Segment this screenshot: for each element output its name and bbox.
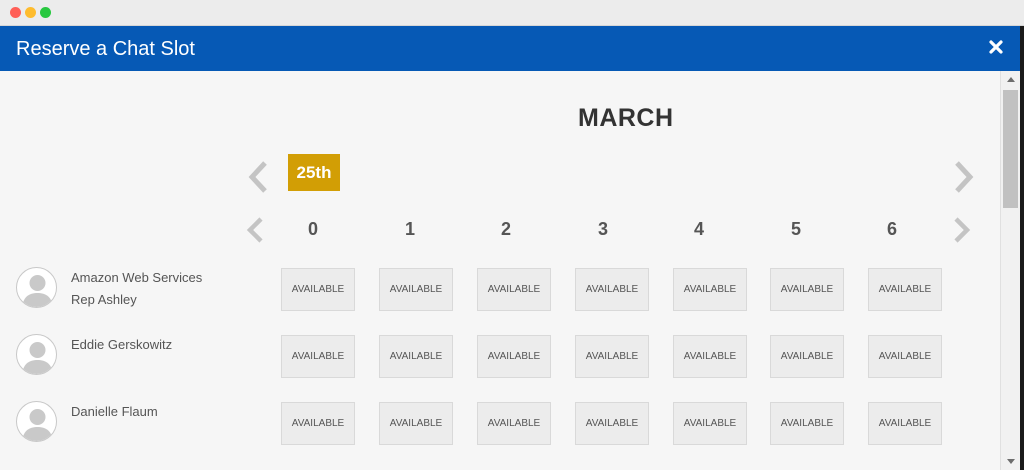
reserve-chat-modal: Reserve a Chat Slot MARCH 25th 0 1 2 3 4… [0, 26, 1020, 470]
browser-titlebar [0, 0, 1024, 26]
slot-button[interactable]: AVAILABLE [379, 335, 453, 378]
slot-button[interactable]: AVAILABLE [575, 268, 649, 311]
scroll-thumb[interactable] [1003, 90, 1018, 208]
time-column-header: 2 [500, 219, 511, 239]
rep-name-line2: Rep Ashley [71, 292, 137, 307]
modal-scrollbar[interactable] [1000, 71, 1020, 470]
slot-button[interactable]: AVAILABLE [770, 335, 844, 378]
modal-title: Reserve a Chat Slot [16, 38, 195, 60]
time-column-header: 1 [404, 219, 415, 239]
slot-button[interactable]: AVAILABLE [868, 268, 942, 311]
time-column-header: 5 [790, 219, 801, 239]
rep-name: Amazon Web Services [71, 270, 203, 285]
next-times-chevron-right-icon[interactable] [953, 216, 971, 244]
month-title: MARCH [578, 104, 674, 132]
time-column-header: 4 [693, 219, 704, 239]
user-silhouette-icon [16, 334, 57, 375]
close-icon[interactable] [986, 36, 1006, 58]
modal-header: Reserve a Chat Slot [0, 26, 1020, 71]
window-minimize-dot[interactable] [25, 7, 36, 18]
user-silhouette-icon [16, 401, 57, 442]
slot-button[interactable]: AVAILABLE [575, 402, 649, 445]
slot-button[interactable]: AVAILABLE [281, 335, 355, 378]
window-maximize-dot[interactable] [40, 7, 51, 18]
slot-button[interactable]: AVAILABLE [575, 335, 649, 378]
slot-button[interactable]: AVAILABLE [673, 402, 747, 445]
rep-name: Eddie Gerskowitz [71, 337, 173, 352]
user-silhouette-icon [16, 267, 57, 308]
slot-button[interactable]: AVAILABLE [673, 335, 747, 378]
prev-date-chevron-left-icon[interactable] [247, 160, 269, 194]
slot-button[interactable]: AVAILABLE [770, 402, 844, 445]
window-close-dot[interactable] [10, 7, 21, 18]
slot-button[interactable]: AVAILABLE [477, 335, 551, 378]
slot-button[interactable]: AVAILABLE [673, 268, 747, 311]
slot-button[interactable]: AVAILABLE [477, 268, 551, 311]
scroll-up-arrow-icon[interactable] [1007, 77, 1015, 82]
next-date-chevron-right-icon[interactable] [953, 160, 975, 194]
time-column-header: 3 [597, 219, 608, 239]
page-backdrop [1020, 26, 1024, 470]
slot-button[interactable]: AVAILABLE [379, 268, 453, 311]
slot-button[interactable]: AVAILABLE [868, 335, 942, 378]
scroll-down-arrow-icon[interactable] [1007, 459, 1015, 464]
selected-date-badge[interactable]: 25th [288, 154, 340, 191]
slot-button[interactable]: AVAILABLE [281, 402, 355, 445]
slot-button[interactable]: AVAILABLE [281, 268, 355, 311]
slot-button[interactable]: AVAILABLE [477, 402, 551, 445]
slot-button[interactable]: AVAILABLE [770, 268, 844, 311]
time-column-header: 6 [886, 219, 897, 239]
time-column-header: 0 [307, 219, 318, 239]
slot-button[interactable]: AVAILABLE [379, 402, 453, 445]
prev-times-chevron-left-icon[interactable] [246, 216, 264, 244]
slot-button[interactable]: AVAILABLE [868, 402, 942, 445]
rep-name: Danielle Flaum [71, 404, 158, 419]
